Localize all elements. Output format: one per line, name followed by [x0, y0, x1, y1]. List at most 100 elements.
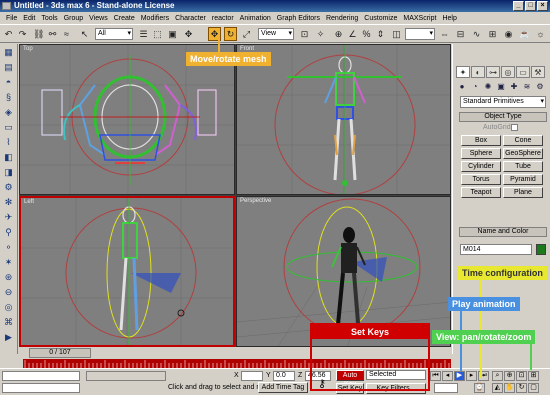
menu-rendering[interactable]: Rendering [323, 15, 361, 22]
helpers-icon[interactable]: ✚ [508, 81, 520, 92]
render-scene-icon[interactable]: ☕ [518, 27, 531, 41]
wind-icon[interactable]: ✈ [2, 211, 15, 224]
menu-animation[interactable]: Animation [237, 15, 274, 22]
zoom-extents-icon[interactable]: ⊡ [516, 371, 527, 381]
fracture-icon[interactable]: ◧ [2, 151, 15, 164]
object-type-rollout[interactable]: Object Type [459, 112, 547, 122]
select-scale-icon[interactable]: ⤢ [240, 27, 253, 41]
undo-icon[interactable]: ↶ [2, 27, 15, 41]
spinner-snap-icon[interactable]: ⇕ [374, 27, 387, 41]
name-and-color-rollout[interactable]: Name and Color [459, 227, 547, 237]
menu-tools[interactable]: Tools [38, 15, 60, 22]
align-icon[interactable]: ⊟ [454, 27, 467, 41]
preview-animation-icon[interactable]: ▶ [2, 331, 15, 344]
menu-modifiers[interactable]: Modifiers [138, 15, 172, 22]
percent-snap-icon[interactable]: % [360, 27, 373, 41]
named-selection-icon[interactable]: ◫ [390, 27, 403, 41]
menu-group[interactable]: Group [61, 15, 86, 22]
next-frame-icon[interactable]: ▸ [466, 371, 477, 381]
unlink-icon[interactable]: ⚯ [46, 27, 59, 41]
point-to-point-icon[interactable]: ⚬ [2, 241, 15, 254]
time-slider[interactable]: 0 / 107 [29, 348, 91, 358]
add-time-tag-button[interactable]: Add Time Tag [258, 382, 308, 393]
zoom-extents-all-icon[interactable]: ⊞ [528, 371, 539, 381]
bind-space-warp-icon[interactable]: ≈ [60, 27, 73, 41]
create-tab-icon[interactable]: ✦ [456, 66, 470, 78]
menu-reactor[interactable]: reactor [209, 15, 237, 22]
prismatic-icon[interactable]: ⊖ [2, 286, 15, 299]
maxscript-output-field[interactable] [2, 383, 80, 393]
select-rotate-icon[interactable]: ↻ [224, 27, 237, 41]
soft-body-icon[interactable]: ◓ [2, 76, 15, 89]
cloth-collection-icon[interactable]: ▤ [2, 61, 15, 74]
geometry-icon[interactable]: ● [456, 81, 468, 92]
fracture-object-icon[interactable]: ⌘ [2, 316, 15, 329]
utilities-tab-icon[interactable]: ⚒ [531, 66, 545, 78]
plane-icon[interactable]: ▭ [2, 121, 15, 134]
deforming-mesh-icon[interactable]: ◈ [2, 106, 15, 119]
menu-graph-editors[interactable]: Graph Editors [274, 15, 323, 22]
close-button[interactable]: × [537, 1, 548, 11]
wheel-icon[interactable]: ⊛ [2, 271, 15, 284]
pan-view-icon[interactable]: ✋ [504, 383, 515, 393]
play-animation-icon[interactable]: ▶ [454, 371, 465, 381]
arc-rotate-icon[interactable]: ↻ [516, 383, 527, 393]
hinge-icon[interactable]: ⚲ [2, 226, 15, 239]
rigid-body-icon[interactable]: ▦ [2, 46, 15, 59]
toy-car-icon[interactable]: ⚙ [2, 181, 15, 194]
zoom-all-icon[interactable]: ⊕ [504, 371, 515, 381]
menu-help[interactable]: Help [439, 15, 459, 22]
menu-customize[interactable]: Customize [361, 15, 400, 22]
space-warps-icon[interactable]: ≋ [521, 81, 533, 92]
maximize-button[interactable]: □ [525, 1, 536, 11]
geosphere-button[interactable]: GeoSphere [503, 148, 543, 159]
link-icon[interactable]: ⛓ [32, 27, 45, 41]
window-crossing-icon[interactable]: ▣ [166, 27, 179, 41]
rope-collection-icon[interactable]: § [2, 91, 15, 104]
quick-render-icon[interactable]: ☼ [534, 27, 547, 41]
angle-snap-icon[interactable]: ∠ [346, 27, 359, 41]
hierarchy-tab-icon[interactable]: ⊶ [486, 66, 500, 78]
cameras-icon[interactable]: ▣ [495, 81, 507, 92]
go-to-start-icon[interactable]: ⏮ [430, 371, 441, 381]
minimize-button[interactable]: _ [513, 1, 524, 11]
motion-tab-icon[interactable]: ◎ [501, 66, 515, 78]
menu-create[interactable]: Create [111, 15, 138, 22]
mirror-icon[interactable]: ⇔ [438, 27, 451, 41]
lights-icon[interactable]: ✺ [482, 81, 494, 92]
object-name-field[interactable]: M014 [460, 244, 532, 255]
car-wheel-icon[interactable]: ◎ [2, 301, 15, 314]
left-viewport[interactable]: Left [19, 196, 235, 347]
front-viewport[interactable]: Front [236, 44, 451, 195]
ragdoll-icon[interactable]: ✶ [2, 256, 15, 269]
top-viewport[interactable]: Top [19, 44, 235, 195]
reference-coordinate-dropdown[interactable]: View [258, 28, 294, 40]
menu-character[interactable]: Character [172, 15, 209, 22]
x-coordinate-field[interactable] [241, 371, 263, 381]
plane-button[interactable]: Plane [503, 187, 543, 198]
material-editor-icon[interactable]: ◉ [502, 27, 515, 41]
select-move-icon[interactable]: ✥ [182, 27, 195, 41]
tube-button[interactable]: Tube [503, 161, 543, 172]
object-color-swatch[interactable] [536, 244, 546, 255]
y-coordinate-field[interactable]: 0.0 [273, 371, 295, 381]
pivot-center-icon[interactable]: ⊡ [298, 27, 311, 41]
water-icon[interactable]: ◨ [2, 166, 15, 179]
cone-button[interactable]: Cone [503, 135, 543, 146]
cylinder-button[interactable]: Cylinder [461, 161, 501, 172]
motor-icon[interactable]: ✻ [2, 196, 15, 209]
snaps-toggle-icon[interactable]: ⊕ [332, 27, 345, 41]
left-viewport-label[interactable]: Left [24, 199, 34, 205]
maxscript-listener-field[interactable] [2, 371, 80, 381]
field-of-view-icon[interactable]: ◭ [492, 383, 503, 393]
maximize-viewport-icon[interactable]: ▢ [528, 383, 539, 393]
time-configuration-icon[interactable]: ⌚ [474, 383, 485, 393]
menu-file[interactable]: File [3, 15, 20, 22]
previous-frame-icon[interactable]: ◂ [442, 371, 453, 381]
shapes-icon[interactable]: ◔ [469, 81, 481, 92]
teapot-button[interactable]: Teapot [461, 187, 501, 198]
sphere-button[interactable]: Sphere [461, 148, 501, 159]
perspective-viewport-label[interactable]: Perspective [240, 198, 271, 204]
top-viewport-label[interactable]: Top [23, 46, 33, 52]
schematic-view-icon[interactable]: ⊞ [486, 27, 499, 41]
